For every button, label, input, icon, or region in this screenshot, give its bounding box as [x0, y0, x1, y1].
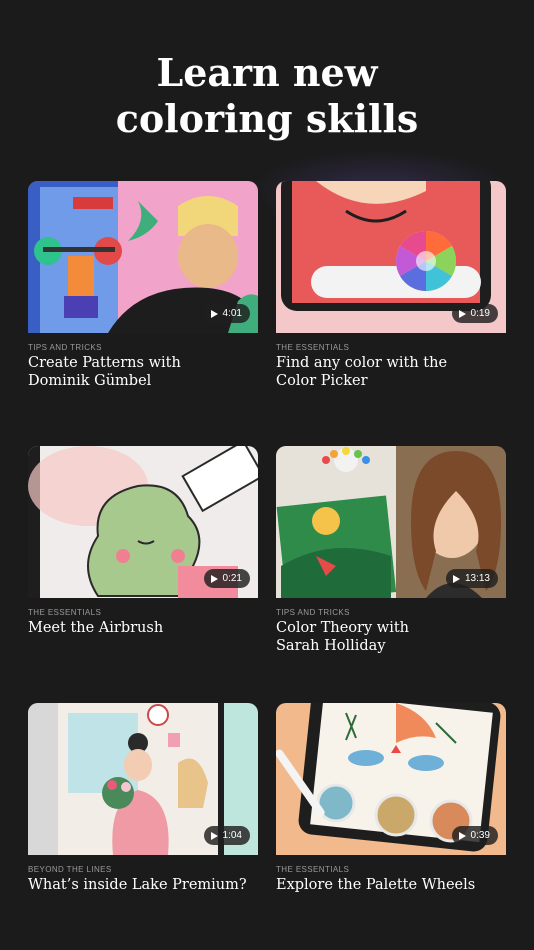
duration-label: 1:04 — [222, 830, 242, 841]
video-card-color-theory[interactable]: 13:13 TIPS AND TRICKS Color Theory with … — [276, 446, 506, 663]
card-category: THE ESSENTIALS — [276, 865, 350, 874]
card-title-line-1: Create Patterns with — [28, 355, 181, 371]
card-title: Create Patterns with Dominik Gümbel — [28, 354, 253, 390]
duration-label: 0:21 — [222, 573, 242, 584]
card-category: TIPS AND TRICKS — [276, 608, 350, 617]
card-title-line-1: Color Theory with — [276, 620, 409, 636]
duration-badge: 0:21 — [203, 569, 250, 588]
card-category: TIPS AND TRICKS — [28, 343, 102, 352]
duration-label: 0:39 — [470, 830, 490, 841]
card-title: Color Theory with Sarah Holliday — [276, 619, 501, 655]
card-title-line-2: Dominik Gümbel — [28, 373, 152, 389]
video-card-airbrush[interactable]: 0:21 THE ESSENTIALS Meet the Airbrush — [28, 446, 258, 663]
headline-line-1: Learn new — [156, 50, 378, 95]
card-title-line-2: Sarah Holliday — [276, 638, 386, 654]
play-icon — [210, 574, 218, 583]
video-thumbnail[interactable]: 1:04 — [28, 703, 258, 855]
card-title-line-1: Explore the Palette Wheels — [276, 877, 476, 893]
card-category: THE ESSENTIALS — [276, 343, 350, 352]
play-icon — [458, 831, 466, 840]
video-thumbnail[interactable]: 13:13 — [276, 446, 506, 598]
video-card-lake-premium[interactable]: 1:04 BEYOND THE LINES What’s inside Lake… — [28, 703, 258, 920]
card-title-line-1: What’s inside Lake Premium? — [28, 877, 247, 893]
video-card-create-patterns[interactable]: 4:01 TIPS AND TRICKS Create Patterns wit… — [28, 181, 258, 398]
play-icon — [210, 831, 218, 840]
video-thumbnail[interactable]: 0:21 — [28, 446, 258, 598]
duration-badge: 1:04 — [203, 826, 250, 845]
card-title: Find any color with the Color Picker — [276, 354, 501, 390]
duration-label: 4:01 — [222, 308, 242, 319]
video-thumbnail[interactable]: 0:19 — [276, 181, 506, 333]
card-title-line-2: Color Picker — [276, 373, 368, 389]
duration-badge: 4:01 — [203, 304, 250, 323]
card-category: BEYOND THE LINES — [28, 865, 112, 874]
card-title-line-1: Find any color with the — [276, 355, 448, 371]
card-title-line-1: Meet the Airbrush — [28, 620, 164, 636]
duration-label: 0:19 — [470, 308, 490, 319]
card-title: What’s inside Lake Premium? — [28, 876, 253, 894]
duration-badge: 0:39 — [451, 826, 498, 845]
page-headline: Learn new coloring skills — [0, 50, 534, 142]
video-thumbnail[interactable]: 4:01 — [28, 181, 258, 333]
video-card-color-picker[interactable]: 0:19 THE ESSENTIALS Find any color with … — [276, 181, 506, 398]
play-icon — [458, 309, 466, 318]
video-thumbnail[interactable]: 0:39 — [276, 703, 506, 855]
headline-line-2: coloring skills — [115, 96, 419, 141]
card-category: THE ESSENTIALS — [28, 608, 102, 617]
duration-badge: 0:19 — [451, 304, 498, 323]
play-icon — [452, 574, 460, 583]
video-card-palette-wheels[interactable]: 0:39 THE ESSENTIALS Explore the Palette … — [276, 703, 506, 920]
play-icon — [210, 309, 218, 318]
duration-label: 13:13 — [464, 573, 490, 584]
duration-badge: 13:13 — [445, 569, 498, 588]
card-title: Meet the Airbrush — [28, 619, 253, 637]
card-title: Explore the Palette Wheels — [276, 876, 501, 894]
